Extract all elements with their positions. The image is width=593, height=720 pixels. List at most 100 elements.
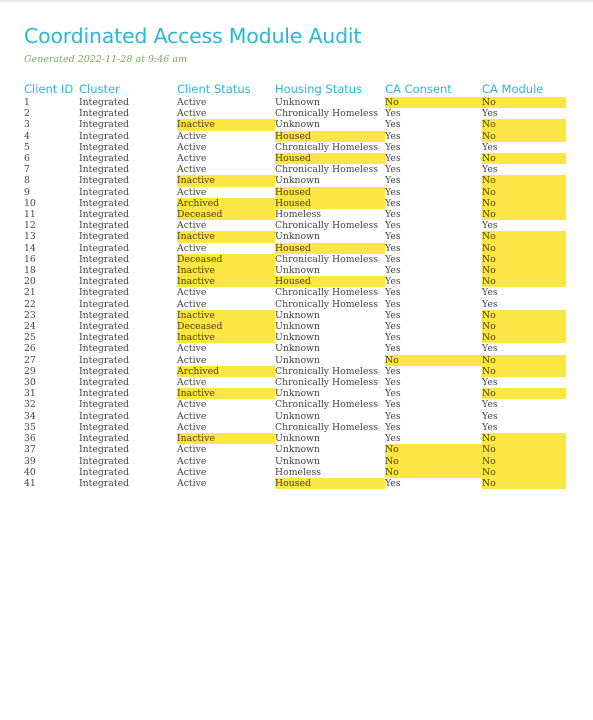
- cell-ca-module: No: [482, 209, 566, 221]
- table-row: 14 Integrated Active Housed Yes No: [24, 242, 566, 254]
- cell-client-id: 14: [24, 242, 36, 254]
- cell-ca-consent: Yes: [385, 153, 401, 165]
- cell-cluster: Integrated: [79, 141, 130, 153]
- cell-ca-consent: Yes: [385, 298, 401, 310]
- cell-client-id: 5: [24, 141, 30, 153]
- cell-ca-consent: Yes: [385, 309, 401, 321]
- cell-housing-status: Chronically Homeless: [275, 298, 379, 310]
- cell-ca-module: No: [482, 332, 566, 344]
- cell-cluster: Integrated: [79, 309, 130, 321]
- cell-ca-consent: Yes: [385, 220, 401, 232]
- table-row: 41 Integrated Active Housed Yes No: [24, 477, 566, 490]
- table-row: 7 Integrated Active Chronically Homeless Yes…: [24, 164, 566, 175]
- header-row: Client ID Cluster Client Status Housing …: [24, 82, 566, 97]
- cell-ca-consent: Yes: [385, 242, 401, 254]
- cell-client-status: Inactive: [177, 265, 275, 277]
- cell-ca-consent: Yes: [385, 119, 401, 131]
- cell-client-id: 18: [24, 265, 36, 277]
- table-row: 3 Integrated Inactive Unknown Yes No: [24, 119, 566, 131]
- table-row: 13 Integrated Inactive Unknown Yes No: [24, 231, 566, 243]
- cell-cluster: Integrated: [79, 410, 130, 422]
- table-row: 20 Integrated Inactive Housed Yes No: [24, 276, 566, 288]
- cell-housing-status: Chronically Homeless: [275, 365, 379, 377]
- cell-ca-module: No: [482, 444, 566, 456]
- cell-cluster: Integrated: [79, 242, 130, 254]
- cell-housing-status: Unknown: [275, 119, 320, 131]
- cell-client-id: 11: [24, 209, 36, 221]
- cell-cluster: Integrated: [79, 276, 130, 288]
- cell-cluster: Integrated: [79, 365, 130, 377]
- table-row: 10 Integrated Archived Housed Yes No: [24, 197, 566, 210]
- table-row: 21 Integrated Active Chronically Homeless Ye…: [24, 287, 566, 298]
- cell-client-status: Active: [177, 354, 207, 366]
- cell-ca-consent: Yes: [385, 388, 401, 400]
- table-row: 32 Integrated Active Chronically Homeless Ye…: [24, 399, 566, 410]
- cell-client-id: 20: [24, 276, 36, 288]
- cell-client-id: 35: [24, 421, 36, 433]
- cell-ca-module: No: [482, 477, 566, 490]
- cell-ca-module: No: [482, 309, 566, 322]
- cell-ca-module: No: [482, 242, 566, 254]
- cell-client-id: 40: [24, 466, 36, 478]
- cell-housing-status: Housed: [275, 276, 385, 288]
- table-row: 6 Integrated Active Housed Yes No: [24, 153, 566, 165]
- cell-ca-module: Yes: [482, 410, 498, 422]
- cell-ca-consent: No: [385, 455, 482, 467]
- cell-ca-consent: Yes: [385, 477, 401, 489]
- cell-client-status: Archived: [177, 365, 275, 378]
- cell-client-status: Deceased: [177, 321, 275, 333]
- cell-cluster: Integrated: [79, 321, 130, 333]
- cell-ca-module: No: [482, 153, 566, 165]
- cell-client-id: 29: [24, 365, 36, 377]
- cell-ca-consent: Yes: [385, 209, 401, 221]
- cell-client-id: 13: [24, 231, 36, 243]
- cell-cluster: Integrated: [79, 287, 130, 299]
- cell-ca-consent: Yes: [385, 231, 401, 243]
- cell-cluster: Integrated: [79, 119, 130, 131]
- cell-ca-module: Yes: [482, 421, 498, 433]
- table-row: 22 Integrated Active Chronically Homeless Ye…: [24, 299, 566, 310]
- table-row: 2 Integrated Active Chronically Homeless Yes…: [24, 108, 566, 119]
- cell-housing-status: Chronically Homeless: [275, 108, 379, 120]
- cell-client-status: Active: [177, 421, 207, 433]
- cell-ca-consent: Yes: [385, 108, 401, 120]
- cell-client-id: 26: [24, 343, 36, 355]
- column-header-housing-status: Housing Status: [275, 82, 363, 96]
- cell-housing-status: Unknown: [275, 321, 320, 333]
- cell-ca-module: No: [482, 388, 566, 400]
- cell-housing-status: Unknown: [275, 309, 320, 321]
- cell-ca-consent: Yes: [385, 321, 401, 333]
- cell-housing-status: Unknown: [275, 433, 320, 445]
- cell-client-id: 3: [24, 119, 30, 131]
- cell-client-id: 32: [24, 399, 36, 411]
- table-row: 26 Integrated Active Unknown Yes Yes: [24, 343, 566, 354]
- cell-ca-consent: Yes: [385, 276, 401, 288]
- cell-cluster: Integrated: [79, 231, 130, 243]
- cell-ca-module: No: [482, 365, 566, 378]
- cell-cluster: Integrated: [79, 343, 130, 355]
- cell-client-status: Inactive: [177, 231, 275, 243]
- cell-ca-module: Yes: [482, 164, 498, 176]
- table-row: 5 Integrated Active Chronically Homeless Yes…: [24, 142, 566, 153]
- cell-housing-status: Housed: [275, 242, 385, 254]
- cell-ca-module: Yes: [482, 220, 498, 232]
- table-row: 34 Integrated Active Unknown Yes Yes: [24, 411, 566, 422]
- cell-client-id: 24: [24, 321, 36, 333]
- report-title: Coordinated Access Module Audit: [24, 24, 362, 48]
- cell-client-status: Active: [177, 164, 207, 176]
- cell-cluster: Integrated: [79, 197, 130, 209]
- cell-ca-consent: Yes: [385, 287, 401, 299]
- cell-client-status: Active: [177, 220, 207, 232]
- cell-housing-status: Unknown: [275, 343, 320, 355]
- cell-housing-status: Chronically Homeless: [275, 399, 379, 411]
- cell-cluster: Integrated: [79, 477, 130, 489]
- cell-ca-consent: Yes: [385, 399, 401, 411]
- cell-cluster: Integrated: [79, 455, 130, 467]
- cell-ca-module: Yes: [482, 108, 498, 120]
- table-row: 18 Integrated Inactive Unknown Yes No: [24, 265, 566, 277]
- cell-client-id: 4: [24, 130, 30, 142]
- cell-cluster: Integrated: [79, 175, 130, 187]
- cell-cluster: Integrated: [79, 444, 130, 456]
- cell-ca-module: No: [482, 455, 566, 467]
- cell-client-status: Deceased: [177, 209, 275, 221]
